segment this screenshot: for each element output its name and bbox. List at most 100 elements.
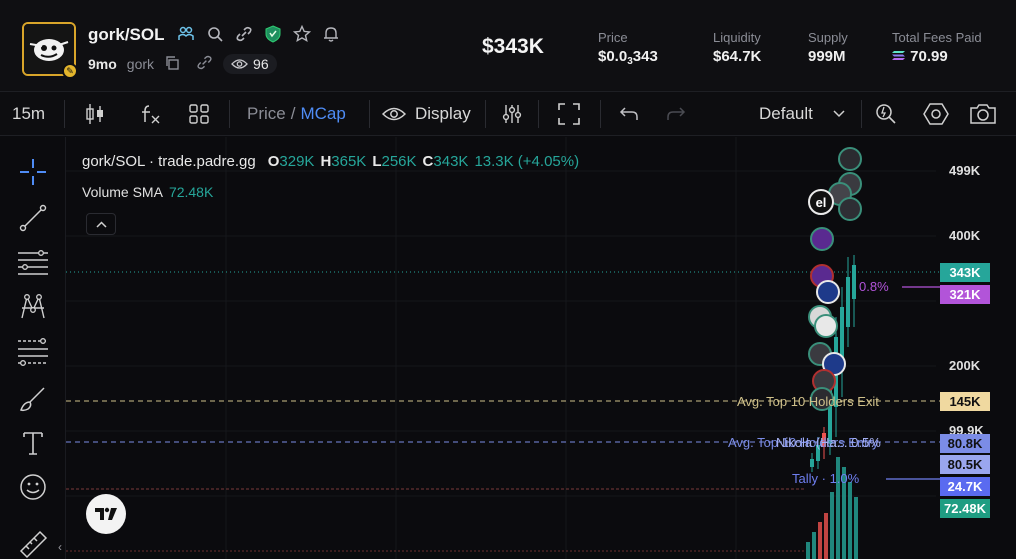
viewers-count: 96 — [253, 56, 269, 72]
toggle-slash: / — [290, 104, 296, 123]
price-value: $0.03343 — [598, 48, 658, 67]
community-icon[interactable] — [176, 24, 196, 44]
horizontal-lines-icon[interactable] — [16, 246, 50, 280]
bell-icon[interactable] — [321, 24, 341, 44]
tally-label: Tally · 1.0% — [792, 471, 860, 486]
market-cap: $343K — [482, 35, 544, 58]
display-label: Display — [415, 104, 471, 123]
viewers-badge: 96 — [223, 54, 277, 74]
volume-label: Volume SMA — [82, 184, 163, 200]
search-icon[interactable] — [205, 24, 225, 44]
fees-value-row: 70.99 — [892, 48, 982, 65]
interval-button[interactable]: 15m — [12, 92, 45, 136]
toolbar-divider — [485, 100, 486, 128]
solana-icon — [892, 51, 905, 60]
y-axis-label: 499K — [949, 163, 981, 178]
collapse-legend-button[interactable] — [86, 213, 116, 235]
volume-value: 72.48K — [168, 184, 214, 200]
layouts-icon[interactable] — [188, 92, 210, 136]
emoji-icon[interactable] — [16, 470, 50, 504]
toolbar-divider — [861, 100, 862, 128]
toolbar-divider — [229, 100, 230, 128]
settings-gear-icon[interactable] — [923, 92, 949, 136]
low-key: L — [372, 153, 382, 170]
trader-avatar[interactable] — [814, 314, 838, 338]
price-option[interactable]: Price — [247, 104, 286, 124]
trader-avatar[interactable] — [816, 280, 840, 304]
indicators-icon[interactable] — [140, 92, 162, 136]
link-small-icon[interactable] — [196, 54, 213, 74]
fullscreen-icon[interactable] — [557, 92, 581, 136]
volume-legend: Volume SMA 72.48K — [82, 184, 213, 200]
price-chart[interactable]: el gork/SOL · trade.padre.gg O329K H365K… — [66, 137, 1016, 559]
chart-canvas[interactable] — [66, 137, 1016, 559]
chart-legend: gork/SOL · trade.padre.gg O329K H365K L2… — [82, 153, 579, 170]
purple-level-tag: 321K — [940, 285, 990, 304]
ruler-icon[interactable] — [16, 527, 50, 559]
text-tool-icon[interactable] — [16, 426, 50, 460]
token-age: 9mo — [88, 56, 117, 72]
trader-avatar-el[interactable]: el — [808, 189, 834, 215]
price-stat: Price $0.03343 — [598, 30, 658, 67]
toolbar-divider — [64, 100, 65, 128]
template-select[interactable]: Default — [759, 92, 845, 136]
token-header: ✎ gork/SOL 9mo gork 96 $343K Price $0.03… — [0, 0, 1016, 92]
low-value: 256K — [381, 153, 417, 170]
open-key: O — [267, 153, 280, 170]
fees-label: Total Fees Paid — [892, 30, 982, 45]
pencil-badge-icon: ✎ — [62, 63, 78, 79]
supply-value: 999M — [808, 48, 846, 65]
y-axis-label: 200K — [949, 358, 981, 373]
scroll-left-icon[interactable]: ‹ — [58, 540, 62, 554]
template-label: Default — [759, 104, 813, 123]
liquidity-stat: Liquidity $64.7K — [713, 30, 761, 65]
toolbar-divider — [369, 100, 370, 128]
close-value: 343K — [433, 153, 469, 170]
liquidity-label: Liquidity — [713, 30, 761, 45]
redo-icon[interactable] — [666, 92, 686, 136]
top10-exit-tag: 145K — [940, 392, 990, 411]
eye-icon — [231, 59, 248, 69]
chevron-up-icon — [95, 220, 107, 228]
settings-sliders-icon[interactable] — [501, 92, 523, 136]
fib-retracement-icon[interactable] — [16, 335, 50, 369]
high-key: H — [320, 153, 332, 170]
undo-icon[interactable] — [619, 92, 639, 136]
copy-icon[interactable] — [164, 55, 180, 74]
y-axis-label: 400K — [949, 228, 981, 243]
price-label: Price — [598, 30, 628, 45]
trader-avatar[interactable] — [838, 147, 862, 171]
trend-line-icon[interactable] — [16, 201, 50, 235]
price-mcap-toggle[interactable]: Price / MCap — [247, 92, 346, 136]
link-icon[interactable] — [234, 24, 254, 44]
tradingview-logo[interactable] — [86, 494, 126, 534]
shield-icon[interactable] — [263, 24, 283, 44]
blue-level-tag: 80.8K — [940, 434, 990, 453]
star-icon[interactable] — [292, 24, 312, 44]
trader-avatar[interactable] — [838, 197, 862, 221]
supply-label: Supply — [808, 30, 848, 45]
volume-tag: 72.48K — [940, 499, 990, 518]
display-button[interactable]: Display — [382, 92, 471, 136]
crosshair-icon[interactable] — [16, 155, 50, 189]
fees-stat: Total Fees Paid 70.99 — [892, 30, 982, 65]
candles-icon[interactable] — [85, 92, 105, 136]
pattern-tool-icon[interactable] — [16, 290, 50, 324]
nikola-label: Nikola (Ha... 0.5% — [776, 435, 881, 450]
chevron-down-icon — [833, 110, 845, 118]
mcap-option[interactable]: MCap — [300, 104, 345, 124]
camera-icon[interactable] — [969, 92, 997, 136]
close-key: C — [422, 153, 434, 170]
pair-name: gork/SOL — [88, 25, 165, 44]
toolbar-divider — [600, 100, 601, 128]
brush-icon[interactable] — [16, 382, 50, 416]
trader-avatar[interactable] — [810, 227, 834, 251]
legend-pair: gork/SOL · trade.padre.gg — [82, 153, 256, 170]
chart-toolbar: 15m Price / MCap Display Default — [0, 92, 1016, 136]
current-price-tag: 343K — [940, 263, 990, 282]
high-value: 365K — [331, 153, 367, 170]
token-ticker: gork — [126, 56, 155, 72]
quick-search-icon[interactable] — [874, 92, 898, 136]
supply-stat: Supply 999M — [808, 30, 848, 65]
liquidity-value: $64.7K — [713, 48, 762, 65]
